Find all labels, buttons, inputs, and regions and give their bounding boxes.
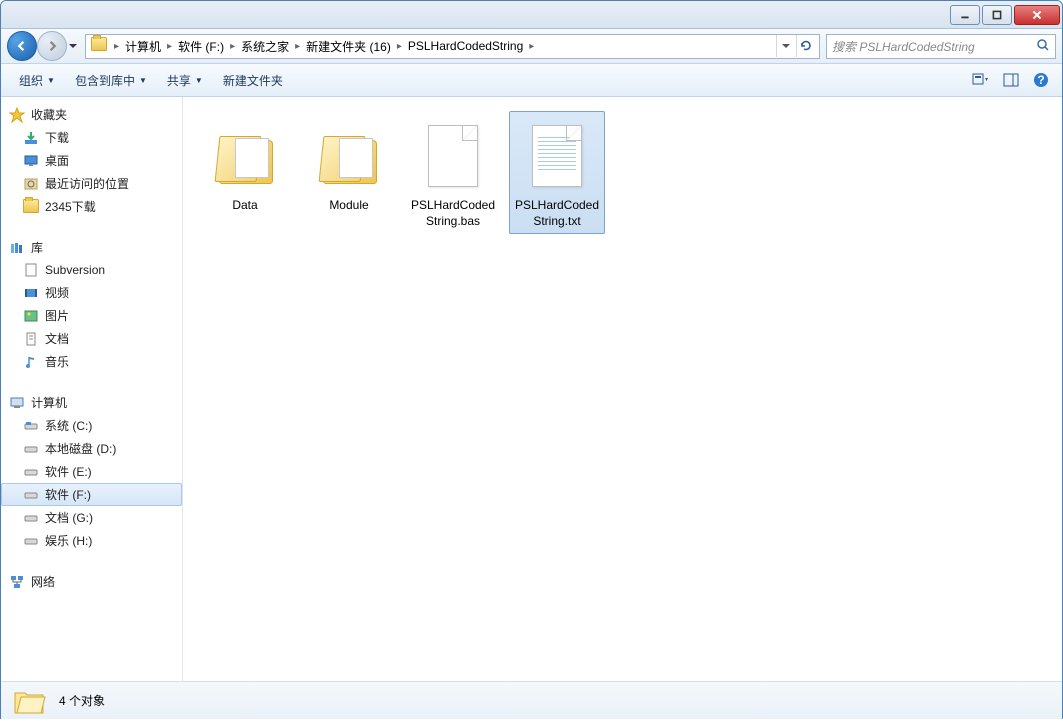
sidebar-item-videos[interactable]: 视频 xyxy=(1,281,182,304)
share-button[interactable]: 共享▼ xyxy=(159,68,211,93)
folder-icon xyxy=(23,199,39,215)
document-icon xyxy=(23,331,39,347)
crumb-drive[interactable]: 软件 (F:) xyxy=(174,35,228,58)
sidebar-item-drive-g[interactable]: 文档 (G:) xyxy=(1,506,182,529)
crumb-current[interactable]: PSLHardCodedString xyxy=(404,35,527,58)
refresh-button[interactable] xyxy=(796,35,814,57)
sidebar-network: 网络 xyxy=(1,570,182,593)
computer-header[interactable]: 计算机 xyxy=(1,391,182,414)
preview-pane-button[interactable] xyxy=(1000,69,1022,91)
toolbar: 组织▼ 包含到库中▼ 共享▼ 新建文件夹 ? xyxy=(1,64,1062,97)
sidebar-item-recent[interactable]: 最近访问的位置 xyxy=(1,172,182,195)
sidebar-item-drive-f[interactable]: 软件 (F:) xyxy=(1,483,182,506)
crumb-folder-1[interactable]: 系统之家 xyxy=(237,35,293,58)
computer-icon xyxy=(9,395,25,411)
chevron-right-icon[interactable]: ▸ xyxy=(527,41,536,52)
drive-icon xyxy=(23,441,39,457)
drive-icon xyxy=(23,418,39,434)
chevron-right-icon[interactable]: ▸ xyxy=(228,41,237,52)
view-button[interactable] xyxy=(970,69,992,91)
folder-icon xyxy=(213,128,277,184)
chevron-right-icon[interactable]: ▸ xyxy=(293,41,302,52)
minimize-button[interactable] xyxy=(950,5,980,25)
sidebar-item-drive-e[interactable]: 软件 (E:) xyxy=(1,460,182,483)
search-icon[interactable] xyxy=(1036,38,1050,55)
content-pane[interactable]: Data Module PSLHardCodedString.bas PSLHa… xyxy=(183,97,1062,681)
organize-button[interactable]: 组织▼ xyxy=(11,68,63,93)
sidebar-item-downloads[interactable]: 下载 xyxy=(1,126,182,149)
item-folder-module[interactable]: Module xyxy=(301,111,397,234)
sidebar-item-2345[interactable]: 2345下载 xyxy=(1,195,182,218)
folder-icon xyxy=(11,683,47,719)
address-dropdown[interactable] xyxy=(776,35,794,57)
item-label: Module xyxy=(329,198,368,214)
sidebar-item-drive-h[interactable]: 娱乐 (H:) xyxy=(1,529,182,552)
help-button[interactable]: ? xyxy=(1030,69,1052,91)
sidebar-item-desktop[interactable]: 桌面 xyxy=(1,149,182,172)
chevron-right-icon[interactable]: ▸ xyxy=(165,41,174,52)
svg-text:?: ? xyxy=(1037,73,1044,87)
music-icon xyxy=(23,354,39,370)
search-placeholder: 搜索 PSLHardCodedString xyxy=(832,38,975,55)
recent-icon xyxy=(23,176,39,192)
sidebar-item-subversion[interactable]: Subversion xyxy=(1,259,182,281)
status-bar: 4 个对象 xyxy=(1,681,1062,719)
status-count: 4 个对象 xyxy=(59,692,105,709)
titlebar xyxy=(1,1,1062,29)
picture-icon xyxy=(23,308,39,324)
network-header[interactable]: 网络 xyxy=(1,570,182,593)
sidebar-favorites: 收藏夹 下载 桌面 最近访问的位置 2345下载 xyxy=(1,103,182,218)
text-file-icon xyxy=(532,125,582,187)
sidebar-item-music[interactable]: 音乐 xyxy=(1,350,182,373)
back-button[interactable] xyxy=(7,31,37,61)
navbar: ▸ 计算机 ▸ 软件 (F:) ▸ 系统之家 ▸ 新建文件夹 (16) ▸ PS… xyxy=(1,29,1062,64)
download-icon xyxy=(23,130,39,146)
folder-icon xyxy=(317,128,381,184)
chevron-right-icon[interactable]: ▸ xyxy=(395,41,404,52)
address-bar[interactable]: ▸ 计算机 ▸ 软件 (F:) ▸ 系统之家 ▸ 新建文件夹 (16) ▸ PS… xyxy=(85,34,820,59)
search-box[interactable]: 搜索 PSLHardCodedString xyxy=(826,34,1056,59)
favorites-header[interactable]: 收藏夹 xyxy=(1,103,182,126)
file-icon xyxy=(428,125,478,187)
drive-icon xyxy=(23,533,39,549)
item-file-txt[interactable]: PSLHardCodedString.txt xyxy=(509,111,605,234)
forward-button[interactable] xyxy=(37,31,67,61)
crumb-folder-2[interactable]: 新建文件夹 (16) xyxy=(302,35,395,58)
desktop-icon xyxy=(23,153,39,169)
history-dropdown[interactable] xyxy=(67,35,79,57)
library-icon xyxy=(9,240,25,256)
sidebar-item-drive-c[interactable]: 系统 (C:) xyxy=(1,414,182,437)
network-icon xyxy=(9,574,25,590)
new-folder-button[interactable]: 新建文件夹 xyxy=(215,68,291,93)
sidebar-libraries: 库 Subversion 视频 图片 文档 音乐 xyxy=(1,236,182,373)
libraries-header[interactable]: 库 xyxy=(1,236,182,259)
sidebar-computer: 计算机 系统 (C:) 本地磁盘 (D:) 软件 (E:) 软件 (F:) 文档… xyxy=(1,391,182,552)
drive-icon xyxy=(23,487,39,503)
item-file-bas[interactable]: PSLHardCodedString.bas xyxy=(405,111,501,234)
chevron-right-icon[interactable]: ▸ xyxy=(112,41,121,52)
item-folder-data[interactable]: Data xyxy=(197,111,293,234)
item-label: Data xyxy=(232,198,257,214)
sidebar: 收藏夹 下载 桌面 最近访问的位置 2345下载 库 Subversion 视频… xyxy=(1,97,183,681)
star-icon xyxy=(9,107,25,123)
maximize-button[interactable] xyxy=(982,5,1012,25)
sidebar-item-pictures[interactable]: 图片 xyxy=(1,304,182,327)
drive-icon xyxy=(23,464,39,480)
sidebar-item-drive-d[interactable]: 本地磁盘 (D:) xyxy=(1,437,182,460)
close-button[interactable] xyxy=(1014,5,1060,25)
include-in-library-button[interactable]: 包含到库中▼ xyxy=(67,68,155,93)
video-icon xyxy=(23,285,39,301)
drive-icon xyxy=(23,510,39,526)
item-label: PSLHardCodedString.bas xyxy=(407,198,499,229)
svn-icon xyxy=(23,262,39,278)
window-controls xyxy=(950,5,1060,25)
crumb-computer[interactable]: 计算机 xyxy=(121,35,165,58)
sidebar-item-documents[interactable]: 文档 xyxy=(1,327,182,350)
folder-icon xyxy=(91,37,109,55)
item-label: PSLHardCodedString.txt xyxy=(511,198,603,229)
